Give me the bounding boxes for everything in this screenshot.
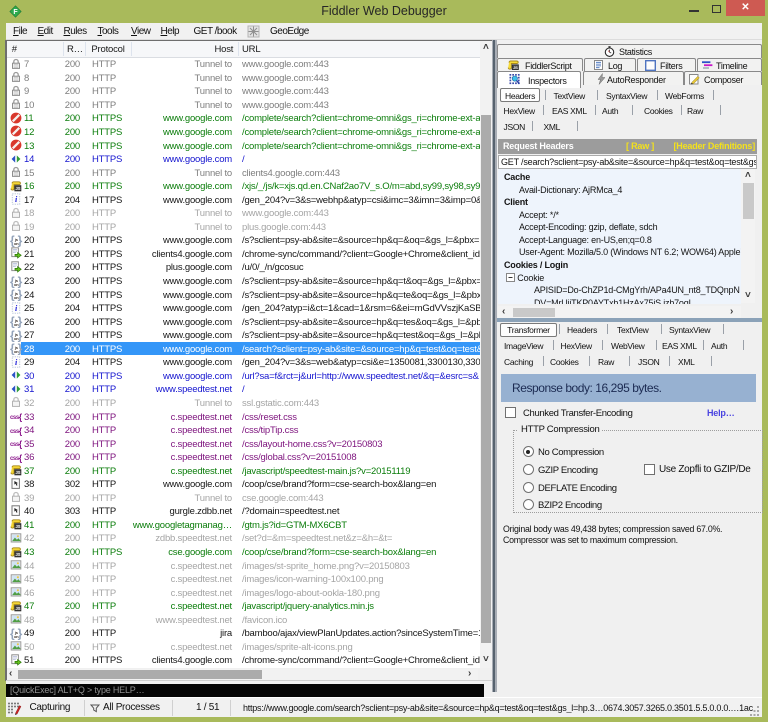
svg-text:{: { (19, 412, 23, 422)
svg-text:JS: JS (513, 64, 518, 69)
svg-text:on: on (14, 282, 19, 287)
svg-text:JS: JS (15, 606, 20, 611)
svg-text:on: on (14, 634, 19, 639)
svg-text:JS: JS (15, 470, 20, 475)
svg-text:on: on (14, 349, 19, 354)
svg-text:on: on (14, 295, 19, 300)
svg-text:JS: JS (15, 186, 20, 191)
svg-text:on: on (14, 241, 19, 246)
svg-text:{: { (19, 426, 23, 436)
svg-text:{: { (19, 439, 23, 449)
svg-text:JS: JS (15, 524, 20, 529)
svg-text:JS: JS (15, 551, 20, 556)
svg-text:on: on (14, 322, 19, 327)
svg-text:on: on (14, 336, 19, 341)
svg-text:{: { (19, 453, 23, 463)
